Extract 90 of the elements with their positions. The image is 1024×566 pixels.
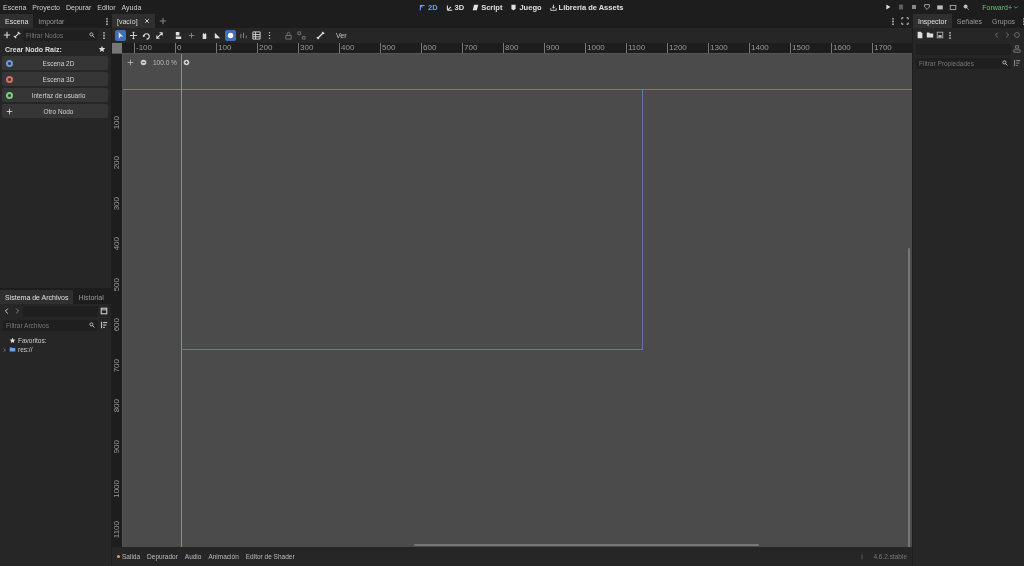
- download-icon: [549, 3, 557, 11]
- ruler-label: 1400: [749, 43, 769, 53]
- tool-button[interactable]: [154, 30, 165, 41]
- add-icon[interactable]: [3, 31, 11, 39]
- list-icon: [174, 31, 183, 40]
- ruler-label: 100: [112, 115, 122, 129]
- close-icon[interactable]: [143, 18, 150, 24]
- tool-button[interactable]: [212, 30, 223, 41]
- status-dot: [117, 555, 120, 558]
- tool-button[interactable]: [115, 30, 126, 41]
- ruler-label: 1100: [112, 520, 122, 538]
- axes-icon: [419, 3, 426, 11]
- bone-icon: [316, 31, 325, 40]
- ruler-label: 600: [112, 318, 122, 332]
- fullscreen-icon[interactable]: [901, 17, 909, 25]
- frame-icon[interactable]: [948, 3, 959, 11]
- ruler-label: 1700: [872, 43, 892, 53]
- scale-icon: [155, 31, 164, 40]
- ruler-label: 1000: [585, 43, 605, 53]
- pan-icon: [200, 31, 209, 40]
- ruler-label: 400: [339, 43, 355, 53]
- ruler-label: 800: [503, 43, 519, 53]
- ruler-label: 1100: [626, 43, 646, 53]
- ruler-corner: [112, 43, 122, 53]
- game-icon: [510, 3, 518, 11]
- search-icon: [89, 32, 95, 38]
- open-folder-icon[interactable]: [926, 31, 934, 39]
- ruler-label: 900: [544, 43, 560, 53]
- ruler-label: 700: [112, 358, 122, 372]
- ruler-label: 400: [112, 237, 122, 251]
- ruler-label: 800: [112, 399, 122, 413]
- grid-icon: [252, 31, 261, 40]
- ruler-label: 1500: [790, 43, 810, 53]
- plus-icon: [6, 107, 13, 115]
- smart-icon: [239, 31, 248, 40]
- group-icon: [297, 31, 306, 40]
- axes-icon: [445, 3, 453, 11]
- script-icon: [472, 3, 480, 11]
- back-icon[interactable]: [3, 307, 11, 315]
- ruler-label: 300: [112, 196, 122, 210]
- save-icon[interactable]: [936, 31, 944, 39]
- sort-icon[interactable]: [1013, 59, 1021, 67]
- tool-button[interactable]: [141, 30, 152, 41]
- move-icon: [129, 31, 138, 40]
- more-icon[interactable]: [103, 16, 111, 26]
- split-view-icon[interactable]: [100, 307, 108, 315]
- tool-button[interactable]: [173, 30, 184, 41]
- select-icon: [116, 31, 125, 40]
- snap-icon: [226, 31, 235, 40]
- center-view-icon[interactable]: [127, 59, 134, 66]
- vertical-scrollbar[interactable]: [908, 248, 910, 547]
- ruler-label: 700: [462, 43, 478, 53]
- debug-icon[interactable]: [922, 3, 933, 11]
- search-icon[interactable]: [961, 3, 972, 11]
- add-tab-icon[interactable]: [158, 17, 167, 25]
- pivot-icon: [187, 31, 196, 40]
- ruler-label: 900: [112, 439, 122, 453]
- tool-button[interactable]: [225, 30, 236, 41]
- search-icon: [89, 322, 95, 328]
- link-icon[interactable]: [13, 31, 21, 39]
- ruler-icon: [213, 31, 222, 40]
- ruler-label: 600: [421, 43, 437, 53]
- ruler-label: 300: [298, 43, 314, 53]
- zoom-out-icon[interactable]: [140, 59, 147, 66]
- lock-icon: [284, 31, 293, 40]
- more-icon[interactable]: [946, 30, 954, 40]
- ruler-label: 1000: [112, 480, 122, 498]
- ruler-label: 500: [112, 277, 122, 291]
- more-icon[interactable]: [100, 30, 108, 40]
- caret-icon[interactable]: [1013, 4, 1019, 10]
- star-icon[interactable]: [98, 45, 106, 53]
- clapper-icon[interactable]: [935, 3, 946, 11]
- horizontal-scrollbar[interactable]: [414, 544, 759, 546]
- ruler-label: 100: [216, 43, 232, 53]
- ruler-label: 1600: [831, 43, 851, 53]
- ruler-label: 1200: [667, 43, 687, 53]
- object-icon[interactable]: [1013, 45, 1021, 53]
- star-icon: [9, 337, 16, 344]
- ruler-label: 0: [175, 43, 182, 53]
- ruler-label: 500: [380, 43, 396, 53]
- ruler-label: 200: [257, 43, 273, 53]
- rotate-icon: [142, 31, 151, 40]
- ruler-label: -100: [134, 43, 152, 53]
- ruler-label: 1300: [708, 43, 728, 53]
- folder-icon: [9, 346, 16, 353]
- new-resource-icon[interactable]: [916, 31, 924, 39]
- zoom-in-icon[interactable]: [182, 59, 190, 66]
- search-icon: [1002, 60, 1008, 66]
- ruler-label: 200: [112, 156, 122, 170]
- more-icon[interactable]: [889, 16, 897, 26]
